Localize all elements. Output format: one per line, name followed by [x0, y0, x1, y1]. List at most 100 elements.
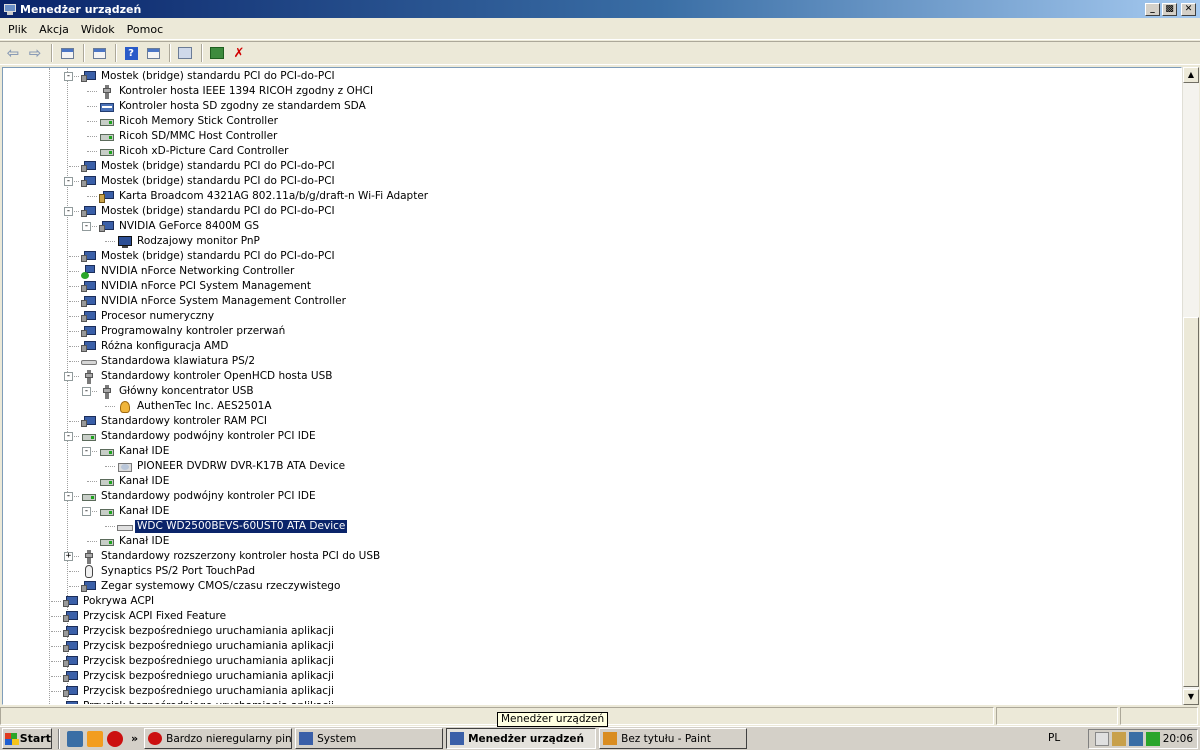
- menu-file[interactable]: Plik: [0, 23, 33, 36]
- tree-item[interactable]: Przycisk bezpośredniego uruchamiania apl…: [63, 699, 336, 704]
- tree-connector: [69, 571, 79, 572]
- tree-item[interactable]: Kontroler hosta SD zgodny ze standardem …: [99, 99, 368, 114]
- collapse-toggle[interactable]: -: [82, 222, 91, 231]
- tree-item[interactable]: Standardowy rozszerzony kontroler hosta …: [81, 549, 382, 564]
- tree-item[interactable]: Kontroler hosta IEEE 1394 RICOH zgodny z…: [99, 84, 375, 99]
- tree-item[interactable]: NVIDIA nForce System Management Controll…: [81, 294, 348, 309]
- tree-item[interactable]: Przycisk bezpośredniego uruchamiania apl…: [63, 654, 336, 669]
- tree-item[interactable]: Ricoh SD/MMC Host Controller: [99, 129, 279, 144]
- minimize-button[interactable]: _: [1145, 2, 1160, 16]
- collapse-toggle[interactable]: -: [82, 447, 91, 456]
- tree-item[interactable]: Standardowy podwójny kontroler PCI IDE: [81, 489, 318, 504]
- device-icon: [81, 280, 97, 294]
- show-hide-tree-button[interactable]: [57, 43, 77, 63]
- keyboard-icon[interactable]: [1094, 732, 1109, 746]
- tree-item[interactable]: Synaptics PS/2 Port TouchPad: [81, 564, 257, 579]
- tree-item[interactable]: Pokrywa ACPI: [63, 594, 156, 609]
- language-indicator[interactable]: PL: [1048, 732, 1060, 744]
- task-button-paint[interactable]: Bez tytułu - Paint: [599, 728, 748, 749]
- tree-item[interactable]: Przycisk bezpośredniego uruchamiania apl…: [63, 684, 336, 699]
- tree-item[interactable]: PIONEER DVDRW DVR-K17B ATA Device: [117, 459, 347, 474]
- task-button-opera[interactable]: Bardzo nieregularny ping...: [144, 728, 293, 749]
- tree-item[interactable]: Procesor numeryczny: [81, 309, 216, 324]
- tree-connector: [51, 646, 61, 647]
- tree-item[interactable]: Standardowy kontroler RAM PCI: [81, 414, 269, 429]
- uninstall-button[interactable]: ✗: [229, 43, 249, 63]
- tree-item[interactable]: WDC WD2500BEVS-60UST0 ATA Device: [117, 519, 349, 534]
- collapse-toggle[interactable]: -: [64, 72, 73, 81]
- tree-item[interactable]: Zegar systemowy CMOS/czasu rzeczywistego: [81, 579, 342, 594]
- monitor-icon: [117, 235, 133, 249]
- menu-action[interactable]: Akcja: [33, 23, 75, 36]
- tree-item[interactable]: Kanał IDE: [99, 534, 171, 549]
- scroll-up-button[interactable]: ▲: [1183, 67, 1199, 83]
- media-player-icon[interactable]: [87, 730, 103, 747]
- tree-item[interactable]: Kanał IDE: [99, 444, 171, 459]
- tree-item[interactable]: Kanał IDE: [99, 504, 171, 519]
- close-button[interactable]: ✕: [1181, 2, 1196, 16]
- tree-item[interactable]: Główny koncentrator USB: [99, 384, 256, 399]
- volume-icon[interactable]: [1145, 732, 1160, 746]
- tree-item-label: NVIDIA nForce System Management Controll…: [101, 295, 346, 307]
- collapse-toggle[interactable]: -: [64, 177, 73, 186]
- start-button[interactable]: Start: [2, 728, 52, 749]
- collapse-toggle[interactable]: -: [64, 432, 73, 441]
- scrollbar-thumb[interactable]: [1183, 317, 1199, 687]
- tree-item[interactable]: Karta Broadcom 4321AG 802.11a/b/g/draft-…: [99, 189, 430, 204]
- collapse-toggle[interactable]: -: [64, 372, 73, 381]
- clock[interactable]: 20:06: [1163, 733, 1193, 745]
- tree-item[interactable]: Przycisk bezpośredniego uruchamiania apl…: [63, 669, 336, 684]
- tree-item[interactable]: Kanał IDE: [99, 474, 171, 489]
- tree-item[interactable]: NVIDIA GeForce 8400M GS: [99, 219, 261, 234]
- network-icon[interactable]: [1128, 732, 1143, 746]
- collapse-toggle[interactable]: -: [82, 387, 91, 396]
- tree-item[interactable]: Ricoh xD-Picture Card Controller: [99, 144, 291, 159]
- tree-item-label: Mostek (bridge) standardu PCI do PCI-do-…: [101, 205, 335, 217]
- tree-item[interactable]: Różna konfiguracja AMD: [81, 339, 230, 354]
- safely-remove-icon[interactable]: [1111, 732, 1126, 746]
- scroll-down-button[interactable]: ▼: [1183, 689, 1199, 705]
- properties-button[interactable]: [89, 43, 109, 63]
- device-tree[interactable]: - Mostek (bridge) standardu PCI do PCI-do…: [2, 67, 1182, 705]
- tree-item[interactable]: Standardowa klawiatura PS/2: [81, 354, 257, 369]
- tree-item[interactable]: Standardowy podwójny kontroler PCI IDE: [81, 429, 318, 444]
- task-button-system[interactable]: System: [295, 728, 444, 749]
- tree-item[interactable]: Przycisk bezpośredniego uruchamiania apl…: [63, 639, 336, 654]
- tree-item[interactable]: Mostek (bridge) standardu PCI do PCI-do-…: [81, 174, 337, 189]
- device-icon: [63, 685, 79, 699]
- tree-item[interactable]: Mostek (bridge) standardu PCI do PCI-do-…: [81, 249, 337, 264]
- tree-item[interactable]: Mostek (bridge) standardu PCI do PCI-do-…: [81, 159, 337, 174]
- tree-item[interactable]: Mostek (bridge) standardu PCI do PCI-do-…: [81, 69, 337, 84]
- back-button[interactable]: ⇦: [3, 43, 23, 63]
- tree-item[interactable]: Programowalny kontroler przerwań: [81, 324, 287, 339]
- tree-item[interactable]: NVIDIA nForce PCI System Management: [81, 279, 313, 294]
- task-button-device-manager[interactable]: Menedżer urządzeń: [446, 728, 597, 749]
- collapse-toggle[interactable]: -: [64, 207, 73, 216]
- help-button[interactable]: ?: [121, 43, 141, 63]
- fingerprint-icon: [117, 400, 133, 414]
- update-driver-button[interactable]: [207, 43, 227, 63]
- quicklaunch-chevron[interactable]: »: [131, 732, 138, 745]
- tree-item[interactable]: Przycisk ACPI Fixed Feature: [63, 609, 228, 624]
- maximize-button[interactable]: ▩: [1162, 2, 1177, 16]
- menu-view[interactable]: Widok: [75, 23, 121, 36]
- tree-item[interactable]: AuthenTec Inc. AES2501A: [117, 399, 274, 414]
- tree-item[interactable]: Ricoh Memory Stick Controller: [99, 114, 280, 129]
- expand-toggle[interactable]: +: [64, 552, 73, 561]
- vertical-scrollbar[interactable]: ▲ ▼: [1182, 67, 1199, 705]
- forward-button[interactable]: ⇨: [25, 43, 45, 63]
- tree-item[interactable]: NVIDIA nForce Networking Controller: [81, 264, 296, 279]
- view-button[interactable]: [143, 43, 163, 63]
- opera-icon[interactable]: [107, 730, 123, 747]
- collapse-toggle[interactable]: -: [82, 507, 91, 516]
- usb-icon: [99, 84, 115, 99]
- scan-hardware-button[interactable]: [175, 43, 195, 63]
- tree-item[interactable]: Przycisk bezpośredniego uruchamiania apl…: [63, 624, 336, 639]
- tree-item[interactable]: Standardowy kontroler OpenHCD hosta USB: [81, 369, 334, 384]
- collapse-toggle[interactable]: -: [64, 492, 73, 501]
- device-icon: [81, 250, 97, 264]
- menu-help[interactable]: Pomoc: [121, 23, 169, 36]
- show-desktop-icon[interactable]: [67, 730, 83, 747]
- tree-item[interactable]: Rodzajowy monitor PnP: [117, 234, 262, 249]
- tree-item[interactable]: Mostek (bridge) standardu PCI do PCI-do-…: [81, 204, 337, 219]
